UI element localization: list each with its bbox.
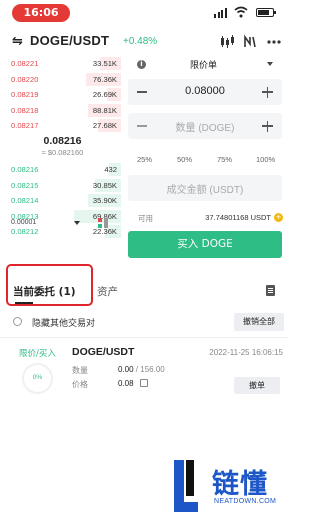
amount-label: 数量 xyxy=(72,366,88,375)
bid-row[interactable]: 0.08216 432 xyxy=(0,162,125,178)
order-time: 2022-11-25 16:06:15 xyxy=(209,348,283,357)
trading-pair-title[interactable]: DOGE/USDT xyxy=(30,33,109,48)
hide-other-pairs-checkbox[interactable] xyxy=(13,317,22,326)
order-type-label: 限价单 xyxy=(190,61,218,71)
more-icon[interactable] xyxy=(266,34,282,50)
bid-row[interactable]: 0.08215 30.85K xyxy=(0,178,125,194)
price-value[interactable]: 0.08000 xyxy=(128,85,282,97)
percent-25-button[interactable]: 25% xyxy=(137,155,152,164)
total-input[interactable]: 成交金额 (USDT) xyxy=(128,175,282,201)
candlestick-chart-icon[interactable] xyxy=(219,34,235,50)
divider xyxy=(0,337,288,338)
status-bar: 16:06 xyxy=(0,0,288,26)
price-input[interactable]: 0.08000 xyxy=(128,79,282,105)
watermark-title: 链懂 xyxy=(212,469,268,500)
buy-button[interactable]: 买入 DOGE xyxy=(128,231,282,258)
bid-list: 0.08216 432 0.08215 30.85K 0.08214 35.90K 0… xyxy=(0,162,125,240)
info-icon[interactable]: i xyxy=(137,60,146,69)
total-placeholder[interactable]: 成交金额 (USDT) xyxy=(128,181,282,196)
percent-75-button[interactable]: 75% xyxy=(217,155,232,164)
ask-row[interactable]: 0.08217 27.68K xyxy=(0,118,125,134)
fiat-price: ≈ $0.082160 xyxy=(41,148,84,157)
percent-100-button[interactable]: 100% xyxy=(256,155,275,164)
amount-placeholder[interactable]: 数量 (DOGE) xyxy=(128,119,282,134)
filter-row: 隐藏其他交易对 撤销全部 xyxy=(0,312,288,332)
open-order-card: 限价/买入 DOGE/USDT 2022-11-25 16:06:15 0% 数… xyxy=(0,340,288,400)
chevron-down-icon[interactable] xyxy=(74,221,80,225)
available-balance: 37.74801168 USDT xyxy=(205,213,271,222)
leverage-icon[interactable] xyxy=(242,34,258,50)
ask-row[interactable]: 0.08219 26.69K xyxy=(0,87,125,103)
amount-input[interactable]: 数量 (DOGE) xyxy=(128,113,282,139)
last-price-block: 0.08216 ≈ $0.082160 xyxy=(0,134,125,164)
signal-icon xyxy=(214,8,228,18)
watermark-logo-icon xyxy=(174,460,198,512)
chevron-down-icon xyxy=(267,62,273,66)
edit-icon[interactable] xyxy=(140,379,148,387)
available-label: 可用 xyxy=(138,214,153,223)
last-price: 0.08216 xyxy=(43,135,82,147)
order-book: 0.08221 33.51K 0.08220 76.36K 0.08219 26.69… xyxy=(0,56,125,134)
status-time: 16:06 xyxy=(12,4,70,22)
ask-row[interactable]: 0.08220 76.36K xyxy=(0,72,125,88)
add-funds-icon[interactable]: + xyxy=(274,213,283,222)
wifi-icon xyxy=(234,6,248,18)
cancel-all-button[interactable]: 撤销全部 xyxy=(234,313,284,331)
hide-other-pairs-label[interactable]: 隐藏其他交易对 xyxy=(32,316,95,329)
cancel-order-button[interactable]: 撤单 xyxy=(234,377,280,394)
order-side: 限价/买入 xyxy=(19,349,56,359)
order-type-select[interactable]: i 限价单 xyxy=(128,56,282,71)
order-history-icon[interactable] xyxy=(266,285,275,296)
ask-row[interactable]: 0.08221 33.51K xyxy=(0,56,125,72)
fill-progress: 0% xyxy=(32,374,43,381)
ask-row[interactable]: 0.08218 88.81K xyxy=(0,103,125,119)
price-label: 价格 xyxy=(72,380,88,389)
ask-list: 0.08221 33.51K 0.08220 76.36K 0.08219 26.69… xyxy=(0,56,125,134)
order-pair: DOGE/USDT xyxy=(72,346,135,358)
amount-value: 0.00 / 156.00 xyxy=(118,365,165,374)
annotation-highlight-box xyxy=(6,264,93,306)
bid-row[interactable]: 0.08214 35.90K xyxy=(0,193,125,209)
percent-50-button[interactable]: 50% xyxy=(177,155,192,164)
watermark: 链懂 NEATDOWN.COM xyxy=(166,456,286,520)
price-change: +0.48% xyxy=(123,36,158,47)
tab-assets[interactable]: 资产 xyxy=(97,284,118,299)
swap-pair-icon[interactable]: ⇋ xyxy=(12,34,23,49)
book-view-icon[interactable] xyxy=(98,218,108,228)
market-header: ⇋ DOGE/USDT +0.48% xyxy=(0,30,288,56)
watermark-url: NEATDOWN.COM xyxy=(214,498,277,505)
battery-icon xyxy=(256,8,276,17)
precision-select[interactable]: 0.00001 xyxy=(11,219,36,226)
order-price: 0.08 xyxy=(118,379,134,388)
